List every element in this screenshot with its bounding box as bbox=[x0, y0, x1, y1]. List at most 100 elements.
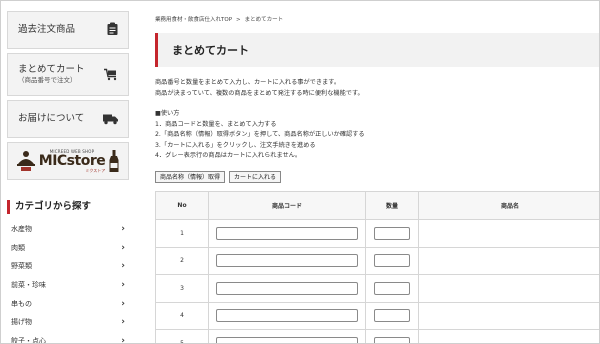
description-line: 商品が決まっていて、複数の商品をまとめて発注する時に便利な機能です。 bbox=[155, 89, 364, 97]
table-header-row: No 商品コード 数量 商品名 bbox=[155, 191, 599, 220]
quantity-cell bbox=[365, 219, 419, 248]
product-name-cell bbox=[418, 301, 599, 330]
product-code-cell bbox=[208, 219, 366, 248]
category-label: 前菜・珍味 bbox=[11, 281, 46, 290]
header-product-code: 商品コード bbox=[208, 191, 366, 220]
header-quantity: 数量 bbox=[365, 191, 419, 220]
breadcrumb-home-link[interactable]: 業務用食材・飲食店仕入れTOP bbox=[155, 17, 232, 23]
bulk-order-table-wrap: No 商品コード 数量 商品名 1 2 3 4 5 bbox=[155, 191, 599, 343]
cart-icon bbox=[104, 65, 118, 84]
category-label: 野菜類 bbox=[11, 262, 32, 271]
quantity-cell bbox=[365, 301, 419, 330]
sidebar-past-orders-button[interactable]: 過去注文商品 bbox=[7, 11, 129, 49]
quantity-input[interactable] bbox=[374, 254, 410, 268]
micstore-logo: MICREED WEB SHOP MICstore ミクストア bbox=[16, 149, 119, 174]
product-code-cell bbox=[208, 301, 366, 330]
row-number: 2 bbox=[155, 246, 209, 275]
page-title-bar: まとめてカート bbox=[155, 33, 599, 67]
product-code-input[interactable] bbox=[216, 336, 358, 343]
product-code-input[interactable] bbox=[216, 281, 358, 295]
description-line: 商品番号と数量をまとめて入力し、カートに入れる事ができます。 bbox=[155, 79, 341, 86]
product-code-input[interactable] bbox=[216, 254, 358, 268]
table-row: 2 bbox=[155, 246, 599, 275]
chevron-right-icon: › bbox=[121, 335, 125, 344]
quantity-cell bbox=[365, 246, 419, 275]
micstore-logo-banner[interactable]: MICREED WEB SHOP MICstore ミクストア bbox=[7, 142, 129, 180]
breadcrumb: 業務用食材・飲食店仕入れTOP > まとめてカート bbox=[155, 15, 283, 23]
category-label: 揚げ物 bbox=[11, 318, 32, 327]
bulk-cart-sub: （商品番号で注文） bbox=[18, 75, 77, 84]
quantity-input[interactable] bbox=[374, 309, 410, 323]
action-buttons: 商品名称（情報）取得 カートに入れる bbox=[155, 171, 282, 183]
category-item[interactable]: 前菜・珍味 › bbox=[7, 276, 129, 295]
category-list: 水産物 › 肉類 › 野菜類 › 前菜・珍味 › 串もの › 揚げ物 › 餃子・点心 › bbox=[7, 220, 129, 344]
table-row: 5 bbox=[155, 329, 599, 343]
table-row: 3 bbox=[155, 274, 599, 303]
product-name-cell bbox=[418, 246, 599, 275]
fetch-product-info-button[interactable]: 商品名称（情報）取得 bbox=[155, 171, 226, 183]
category-item[interactable]: 串もの › bbox=[7, 294, 129, 313]
clipboard-icon bbox=[107, 21, 118, 40]
category-label: 肉類 bbox=[11, 243, 25, 252]
usage-step: 3.「カートに入れる」をクリックし、注文手続きを進める bbox=[155, 141, 316, 149]
bulk-order-table: No 商品コード 数量 商品名 1 2 3 4 5 bbox=[155, 191, 599, 343]
bottle-icon bbox=[109, 150, 119, 172]
row-number: 4 bbox=[155, 301, 209, 330]
page-description: 商品番号と数量をまとめて入力し、カートに入れる事ができます。 商品が決まっていて… bbox=[155, 78, 364, 99]
category-item[interactable]: 肉類 › bbox=[7, 239, 129, 258]
product-code-cell bbox=[208, 329, 366, 343]
breadcrumb-separator: > bbox=[236, 17, 241, 23]
delivery-label: お届けについて bbox=[18, 113, 85, 125]
logo-text: MICREED WEB SHOP MICstore ミクストア bbox=[38, 149, 106, 174]
row-number: 1 bbox=[155, 219, 209, 248]
category-heading: カテゴリから探す bbox=[7, 200, 129, 214]
usage-heading: ■使い方 bbox=[155, 110, 180, 117]
product-code-input[interactable] bbox=[216, 226, 358, 240]
category-label: 串もの bbox=[11, 299, 32, 308]
table-row: 1 bbox=[155, 219, 599, 248]
category-label: 水産物 bbox=[11, 225, 32, 234]
product-name-cell bbox=[418, 274, 599, 303]
quantity-cell bbox=[365, 274, 419, 303]
category-item[interactable]: 餃子・点心 › bbox=[7, 332, 129, 344]
header-product-name: 商品名 bbox=[418, 191, 599, 220]
quantity-input[interactable] bbox=[374, 281, 410, 295]
chevron-right-icon: › bbox=[121, 242, 125, 253]
past-orders-label: 過去注文商品 bbox=[18, 24, 76, 36]
chevron-right-icon: › bbox=[121, 224, 125, 235]
category-item[interactable]: 水産物 › bbox=[7, 220, 129, 239]
category-item[interactable]: 野菜類 › bbox=[7, 257, 129, 276]
sidebar-delivery-button[interactable]: お届けについて bbox=[7, 100, 129, 138]
breadcrumb-current: まとめてカート bbox=[244, 17, 284, 23]
usage-step: 1．商品コードと数量を、まとめて入力する bbox=[155, 120, 277, 128]
table-row: 4 bbox=[155, 301, 599, 330]
product-code-cell bbox=[208, 246, 366, 275]
product-name-cell bbox=[418, 219, 599, 248]
chef-cloche-icon bbox=[16, 151, 35, 171]
quantity-input[interactable] bbox=[374, 226, 410, 240]
row-number: 5 bbox=[155, 329, 209, 343]
quantity-cell bbox=[365, 329, 419, 343]
product-name-cell bbox=[418, 329, 599, 343]
category-item[interactable]: 揚げ物 › bbox=[7, 313, 129, 332]
quantity-input[interactable] bbox=[374, 336, 410, 343]
category-label: 餃子・点心 bbox=[11, 336, 46, 344]
chevron-right-icon: › bbox=[121, 298, 125, 309]
truck-icon bbox=[103, 110, 118, 129]
sidebar-bulk-cart-button[interactable]: まとめてカート （商品番号で注文） bbox=[7, 53, 129, 96]
chevron-right-icon: › bbox=[121, 261, 125, 272]
add-to-cart-button[interactable]: カートに入れる bbox=[229, 171, 282, 183]
usage-instructions: ■使い方 1．商品コードと数量を、まとめて入力する 2.「商品名称（情報）取得ボ… bbox=[155, 109, 365, 162]
chevron-right-icon: › bbox=[121, 280, 125, 291]
bulk-cart-label: まとめてカート （商品番号で注文） bbox=[18, 64, 85, 84]
sidebar: 過去注文商品 まとめてカート （商品番号で注文） お届けについて MICREED… bbox=[7, 11, 129, 344]
bulk-cart-title: まとめてカート bbox=[18, 64, 85, 76]
usage-step: 2.「商品名称（情報）取得ボタン」を押して、商品名称が正しいか確認する bbox=[155, 131, 365, 138]
row-number: 3 bbox=[155, 274, 209, 303]
header-no: No bbox=[155, 191, 209, 220]
page-title: まとめてカート bbox=[172, 44, 249, 57]
page-frame: 過去注文商品 まとめてカート （商品番号で注文） お届けについて MICREED… bbox=[0, 0, 600, 344]
product-code-input[interactable] bbox=[216, 309, 358, 323]
product-code-cell bbox=[208, 274, 366, 303]
logo-main-text: MICstore bbox=[38, 152, 106, 169]
